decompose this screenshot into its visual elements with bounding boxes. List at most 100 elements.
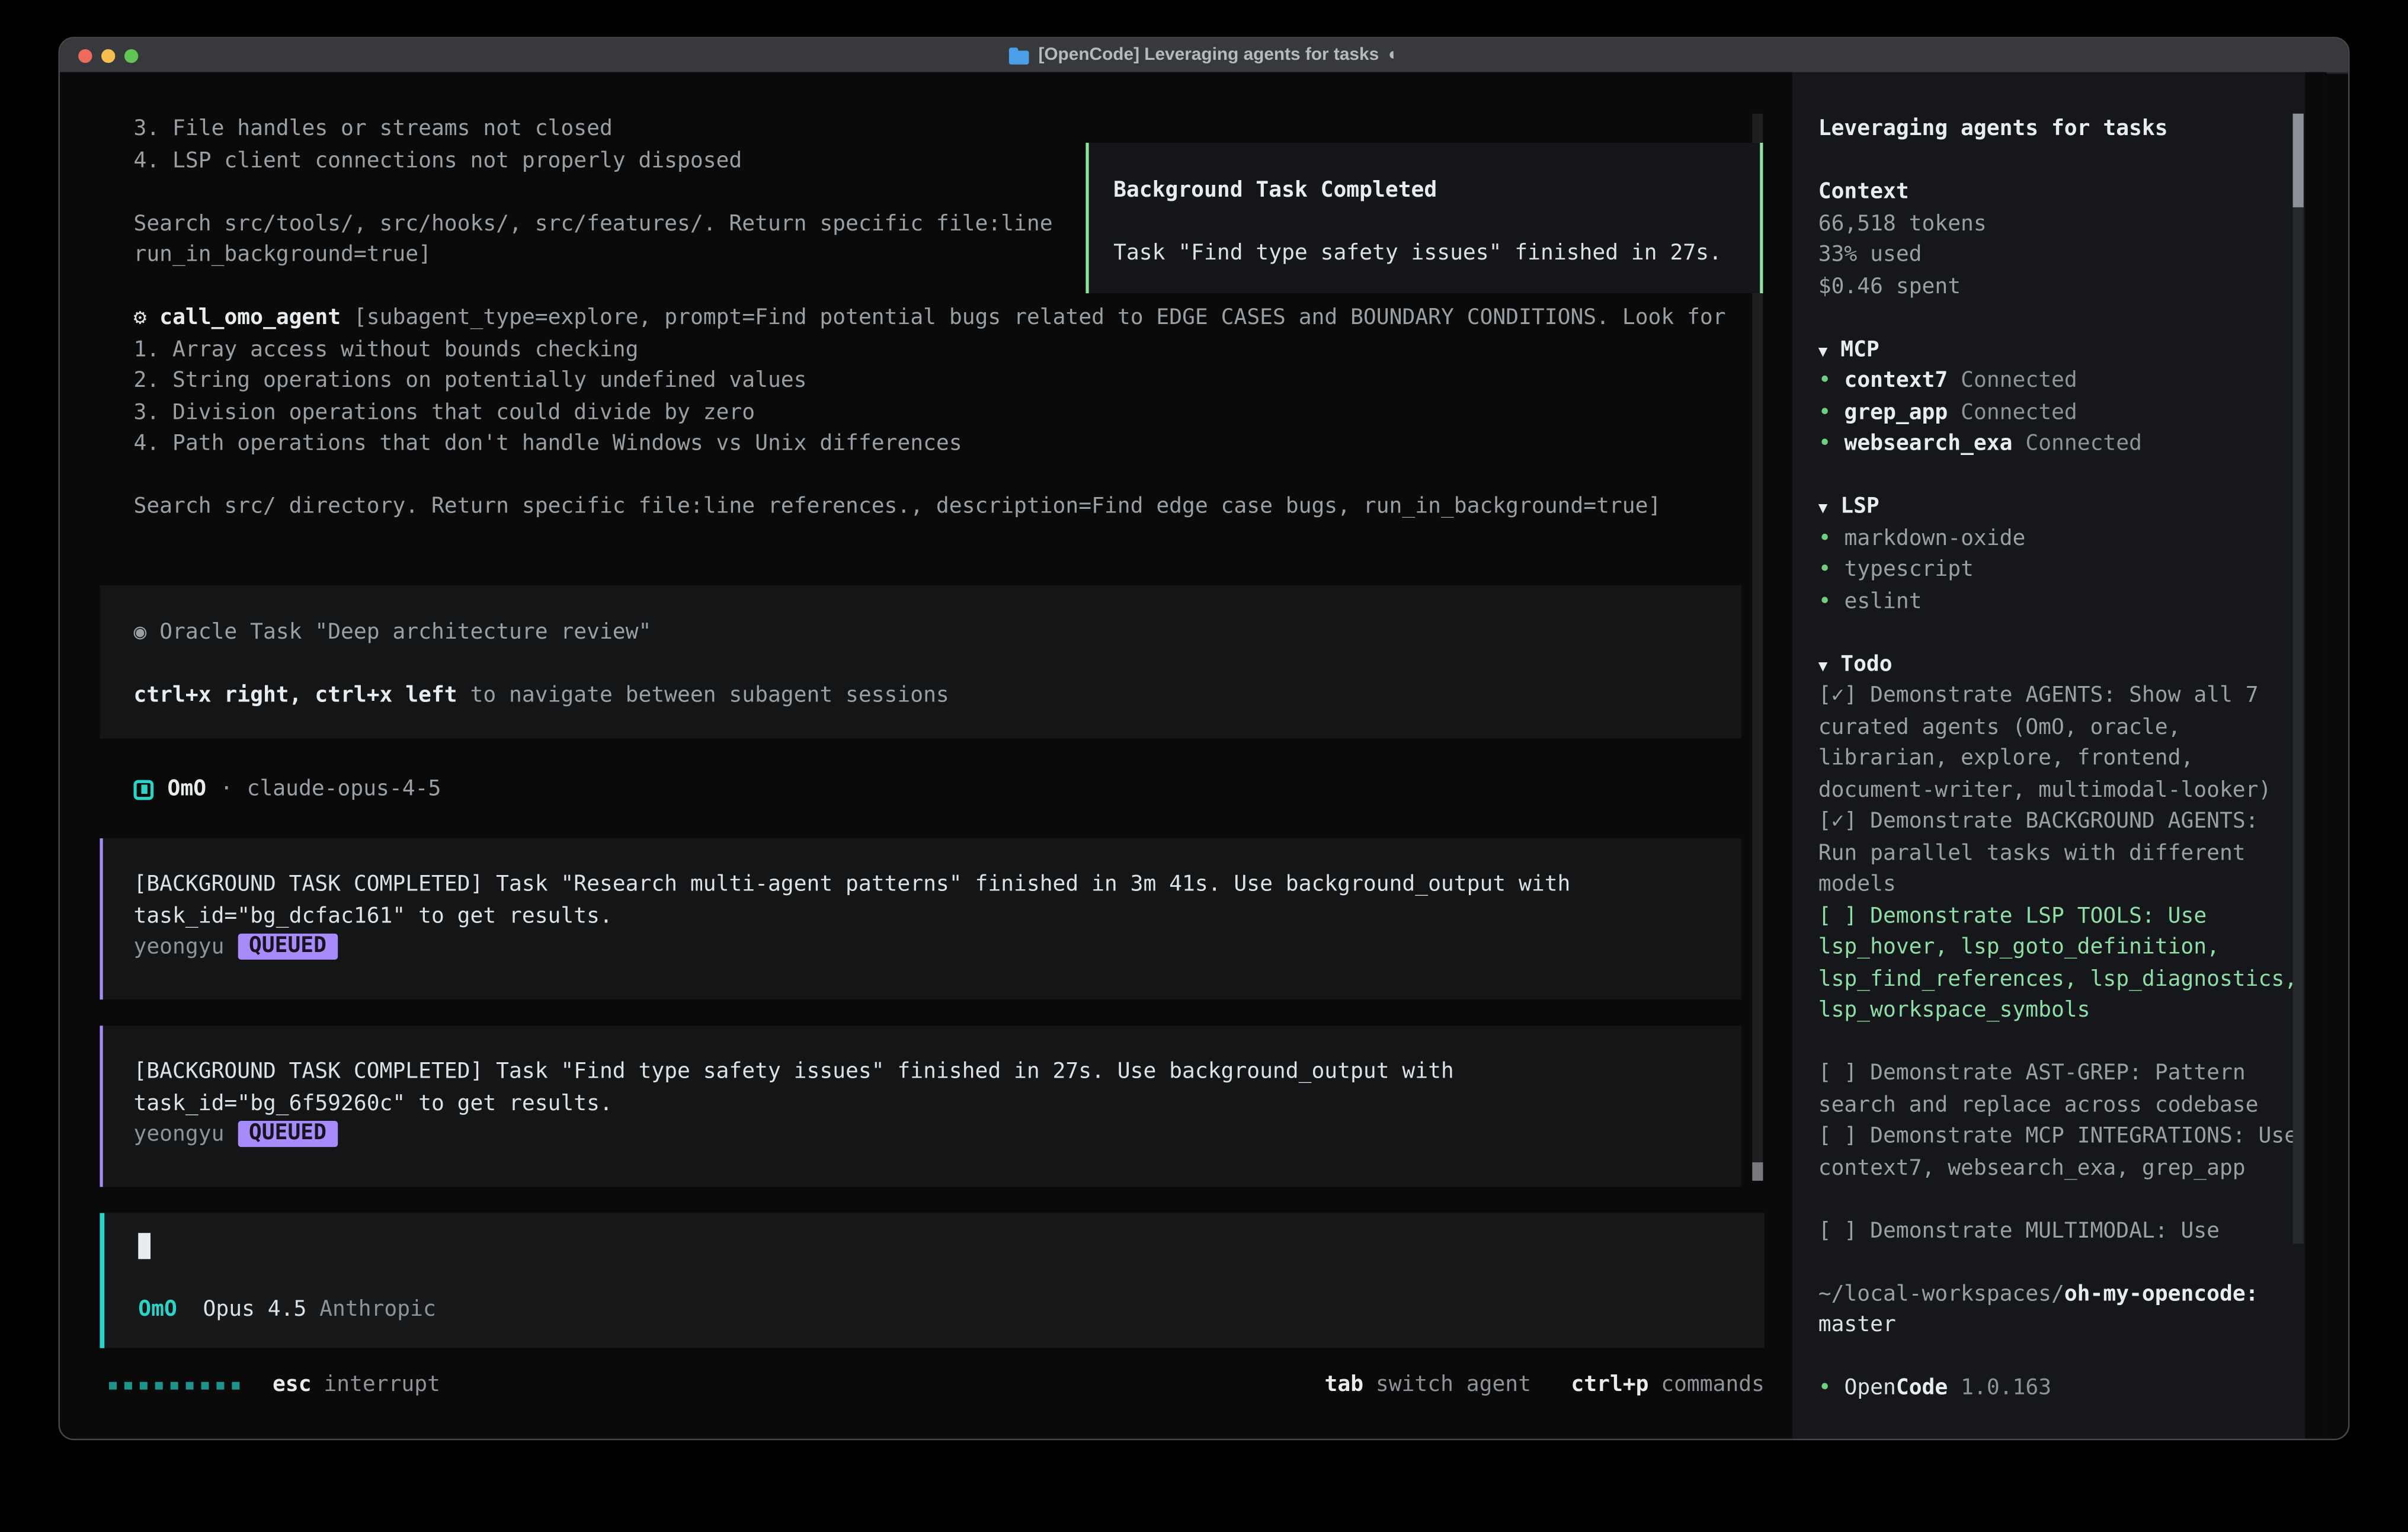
folder-icon — [1009, 50, 1029, 63]
queued-badge: QUEUED — [238, 934, 337, 960]
tool-call-list-item: 1. Array access without bounds checking — [133, 334, 1761, 366]
background-task-message[interactable]: [BACKGROUND TASK COMPLETED] Task "Find t… — [100, 1025, 1741, 1187]
oracle-blank-line — [133, 649, 1741, 680]
lsp-item-name: eslint — [1844, 589, 1922, 613]
mcp-item: • context7 Connected — [1818, 366, 2305, 397]
mcp-item-name: grep_app — [1844, 400, 1948, 424]
agent-separator: · — [220, 777, 233, 802]
tool-call-tail: Search src/ directory. Return specific f… — [133, 491, 1761, 523]
toast-body: Task "Find type safety issues" finished … — [1113, 238, 1760, 270]
todo-checkbox: [✓] — [1818, 683, 1858, 707]
oracle-hint-keys: ctrl+x right, ctrl+x left — [133, 683, 457, 707]
lsp-item: • eslint — [1818, 586, 2305, 617]
tool-call-block: ⚙ call_omo_agent [subagent_type=explore,… — [133, 303, 1761, 523]
traffic-lights — [78, 39, 138, 72]
input-provider-name: Anthropic — [319, 1297, 436, 1322]
ctrlp-key-hint[interactable]: ctrl+p — [1571, 1373, 1648, 1398]
mcp-item-status: Connected — [2025, 431, 2142, 456]
agent-name: OmO — [168, 777, 207, 802]
input-model-name[interactable]: Opus 4.5 — [203, 1297, 307, 1322]
scrollback-line: 3. File handles or streams not closed — [133, 114, 1761, 145]
tool-call-list-item: 3. Division operations that could divide… — [133, 397, 1761, 428]
opencode-window: [OpenCode] Leveraging agents for tasks ◐… — [58, 37, 2349, 1440]
tool-call-list-item: 2. String operations on potentially unde… — [133, 366, 1761, 397]
todo-checkbox: [ ] — [1818, 1219, 1858, 1243]
oracle-hint-row: ctrl+x right, ctrl+x left to navigate be… — [133, 680, 1741, 711]
sidebar-scrollbar-thumb[interactable] — [2293, 114, 2304, 207]
main-scrollbar-thumb[interactable] — [1752, 1162, 1763, 1181]
oracle-task-title: Oracle Task "Deep architecture review" — [146, 620, 651, 645]
lsp-item: • typescript — [1818, 555, 2305, 586]
window-title-text: [OpenCode] Leveraging agents for tasks — [1038, 46, 1379, 65]
tab-key-label: switch agent — [1376, 1373, 1531, 1398]
app-name-bold: Code — [1896, 1376, 1948, 1400]
message-meta-row: yeongyu QUEUED — [133, 932, 1741, 963]
context-used: 33% used — [1818, 239, 2305, 271]
mcp-heading: MCP — [1840, 337, 1879, 361]
status-dot-icon: • — [1818, 557, 1831, 582]
lsp-heading: LSP — [1840, 495, 1879, 519]
lsp-section-header[interactable]: ▼ LSP — [1818, 491, 2305, 523]
workspace-path: ~/local-workspaces/oh-my-opencode: maste… — [1818, 1278, 2305, 1341]
todo-text: Demonstrate BACKGROUND AGENTS: Run paral… — [1818, 809, 2259, 897]
app-version: 1.0.163 — [1961, 1376, 2051, 1400]
esc-key-hint[interactable]: esc — [273, 1373, 312, 1398]
todo-checkbox: [ ] — [1818, 903, 1858, 928]
workspace-path-prefix: ~/local-workspaces/ — [1818, 1281, 2064, 1306]
status-dot-icon: • — [1818, 526, 1831, 550]
minimize-button[interactable] — [101, 49, 115, 62]
message-line: [BACKGROUND TASK COMPLETED] Task "Find t… — [133, 1056, 1741, 1088]
workspace-branch: master — [1818, 1310, 2305, 1341]
message-user: yeongyu — [133, 935, 224, 959]
esc-key-label: interrupt — [324, 1373, 440, 1398]
message-meta-row: yeongyuQUEUED — [133, 1119, 1741, 1150]
todo-heading: Todo — [1840, 652, 1892, 676]
session-title: Leveraging agents for tasks — [1818, 114, 2305, 145]
oracle-dot-icon: ◉ — [133, 620, 146, 645]
mcp-item-status: Connected — [1961, 368, 2077, 393]
agent-header: OmO · claude-opus-4-5 — [133, 774, 441, 805]
queued-badge: QUEUED — [238, 1121, 337, 1147]
todo-item: [ ] Demonstrate MCP INTEGRATIONS: Use co… — [1818, 1121, 2305, 1184]
app-name-regular: Open — [1844, 1376, 1895, 1400]
omo-agent-icon — [133, 780, 153, 800]
todo-item: [✓] Demonstrate BACKGROUND AGENTS: Run p… — [1818, 806, 2305, 900]
oracle-task-panel[interactable]: ◉ Oracle Task "Deep architecture review"… — [100, 585, 1741, 738]
tool-call-name: call_omo_agent — [159, 306, 341, 330]
toast-blank-line — [1113, 207, 1760, 238]
status-dot-icon: • — [1818, 431, 1831, 456]
mcp-item: • websearch_exa Connected — [1818, 428, 2305, 460]
terminal-main-area[interactable]: 3. File handles or streams not closed 4.… — [60, 72, 1792, 1439]
mcp-section-header[interactable]: ▼ MCP — [1818, 334, 2305, 366]
todo-item: [ ] Demonstrate AST-GREP: Pattern search… — [1818, 1058, 2305, 1121]
zoom-button[interactable] — [124, 49, 138, 62]
tab-key-hint[interactable]: tab — [1325, 1373, 1364, 1398]
sidebar-scrollbar-track[interactable] — [2293, 114, 2304, 1244]
todo-text: Demonstrate AGENTS: Show all 7 curated a… — [1818, 683, 2272, 802]
close-button[interactable] — [78, 49, 92, 62]
workspace-repo: oh-my-opencode: — [2064, 1281, 2259, 1306]
todo-text: Demonstrate MCP INTEGRATIONS: Use contex… — [1818, 1124, 2297, 1180]
titlebar[interactable]: [OpenCode] Leveraging agents for tasks ◐ — [60, 39, 2348, 74]
background-task-message[interactable]: [BACKGROUND TASK COMPLETED] Task "Resear… — [100, 838, 1741, 999]
spinner-icon: ◐ — [1388, 46, 1399, 65]
toast-title: Background Task Completed — [1113, 175, 1760, 206]
status-dot-icon: • — [1818, 589, 1831, 613]
todo-section-header[interactable]: ▼ Todo — [1818, 649, 2305, 680]
input-agent-name[interactable]: OmO — [138, 1297, 177, 1322]
agent-model: claude-opus-4-5 — [247, 777, 441, 802]
todo-checkbox: [ ] — [1818, 1124, 1858, 1148]
todo-text: Demonstrate AST-GREP: Pattern search and… — [1818, 1061, 2259, 1117]
todo-text: Demonstrate LSP TOOLS: Use lsp_hover, ls… — [1818, 903, 2297, 1023]
working-indicator-dots — [109, 1382, 239, 1389]
text-cursor — [138, 1233, 150, 1259]
status-dot-icon: • — [1818, 400, 1831, 424]
chevron-down-icon[interactable]: ▼ — [1818, 501, 1828, 518]
window-title: [OpenCode] Leveraging agents for tasks ◐ — [1009, 46, 1399, 65]
chevron-down-icon[interactable]: ▼ — [1818, 343, 1828, 360]
prompt-input[interactable]: OmO Opus 4.5 Anthropic — [100, 1213, 1765, 1348]
background-task-toast: Background Task Completed Task "Find typ… — [1085, 143, 1763, 293]
mcp-item-status: Connected — [1961, 400, 2077, 424]
chevron-down-icon[interactable]: ▼ — [1818, 658, 1828, 675]
session-sidebar[interactable]: Leveraging agents for tasks Context 66,5… — [1792, 72, 2327, 1439]
